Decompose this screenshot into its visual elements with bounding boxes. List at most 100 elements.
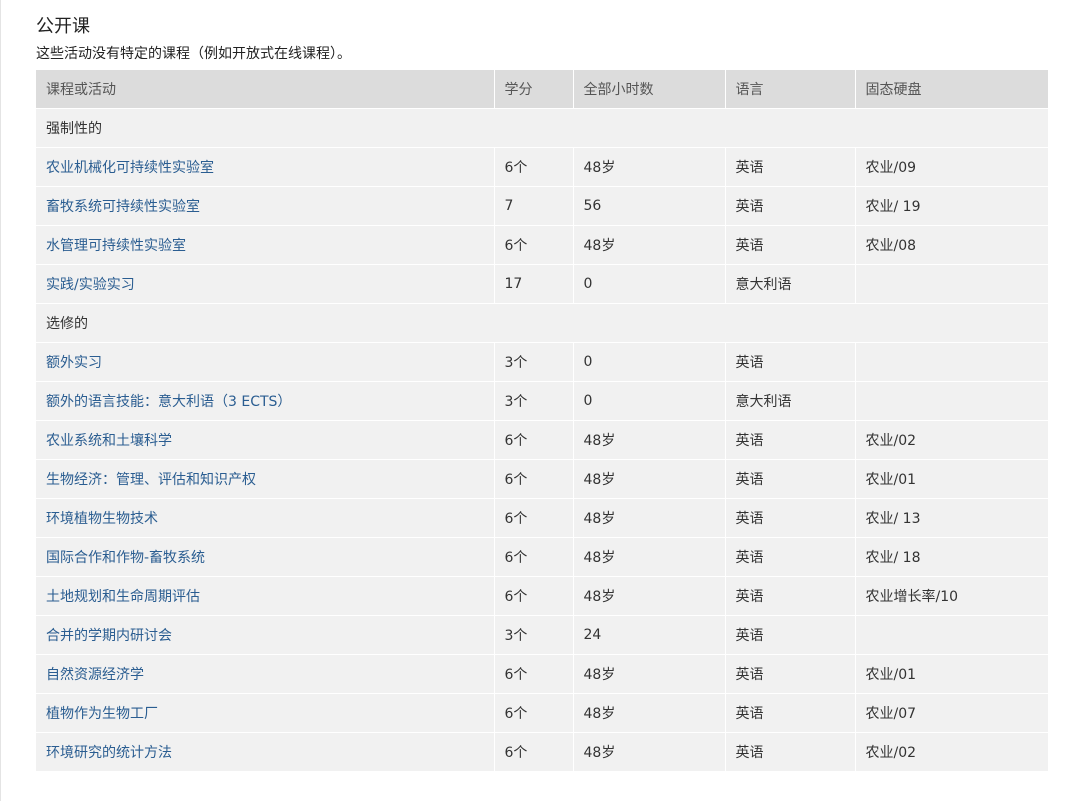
cell-hours: 48岁 [573,225,726,265]
courses-table: 课程或活动 学分 全部小时数 语言 固态硬盘 强制性的 农业机械化可持续性实验室 6… [36,70,1048,772]
course-link[interactable]: 农业系统和土壤科学 [46,433,172,449]
cell-ssd: 农业/08 [855,225,1048,265]
cell-course: 畜牧系统可持续性实验室 [36,186,495,226]
cell-ssd [855,264,1048,304]
cell-ssd: 农业/01 [855,459,1048,499]
cell-language: 英语 [725,537,856,577]
table-row: 生物经济：管理、评估和知识产权 6个 48岁 英语 农业/01 [36,459,1048,499]
cell-course: 农业系统和土壤科学 [36,420,495,460]
cell-language: 意大利语 [725,381,856,421]
table-row: 水管理可持续性实验室 6个 48岁 英语 农业/08 [36,225,1048,265]
course-link[interactable]: 实践/实验实习 [46,277,135,293]
header-ssd: 固态硬盘 [855,70,1048,109]
cell-course: 合并的学期内研讨会 [36,615,495,655]
table-row: 植物作为生物工厂 6个 48岁 英语 农业/07 [36,693,1048,733]
cell-credits: 6个 [494,459,574,499]
course-link[interactable]: 生物经济：管理、评估和知识产权 [46,472,256,488]
cell-language: 英语 [725,732,856,772]
cell-credits: 6个 [494,225,574,265]
cell-hours: 48岁 [573,537,726,577]
group-row: 选修的 [36,303,1048,343]
course-link[interactable]: 自然资源经济学 [46,667,144,683]
cell-language: 英语 [725,576,856,616]
course-link[interactable]: 环境研究的统计方法 [46,745,172,761]
table-row: 农业系统和土壤科学 6个 48岁 英语 农业/02 [36,420,1048,460]
cell-course: 额外的语言技能：意大利语（3 ECTS） [36,381,495,421]
cell-credits: 3个 [494,342,574,382]
table-row: 环境植物生物技术 6个 48岁 英语 农业/ 13 [36,498,1048,538]
table-row: 实践/实验实习 17 0 意大利语 [36,264,1048,304]
table-row: 自然资源经济学 6个 48岁 英语 农业/01 [36,654,1048,694]
table-row: 额外实习 3个 0 英语 [36,342,1048,382]
cell-hours: 56 [573,186,726,226]
section-title: 公开课 [36,16,90,37]
cell-language: 英语 [725,498,856,538]
course-link[interactable]: 土地规划和生命周期评估 [46,589,200,605]
cell-ssd: 农业/01 [855,654,1048,694]
cell-language: 英语 [725,186,856,226]
open-courses-section: 公开课 这些活动没有特定的课程（例如开放式在线课程）。 课程或活动 学分 全部小… [36,14,1048,772]
cell-language: 英语 [725,459,856,499]
table-row: 农业机械化可持续性实验室 6个 48岁 英语 农业/09 [36,147,1048,187]
cell-ssd: 农业/07 [855,693,1048,733]
table-row: 合并的学期内研讨会 3个 24 英语 [36,615,1048,655]
cell-credits: 6个 [494,420,574,460]
cell-ssd: 农业/ 13 [855,498,1048,538]
cell-ssd [855,342,1048,382]
cell-credits: 6个 [494,732,574,772]
cell-credits: 6个 [494,693,574,733]
cell-course: 农业机械化可持续性实验室 [36,147,495,187]
cell-hours: 48岁 [573,420,726,460]
page-left-border [0,0,1,801]
cell-credits: 6个 [494,498,574,538]
header-course: 课程或活动 [36,70,495,109]
cell-credits: 6个 [494,147,574,187]
cell-language: 意大利语 [725,264,856,304]
cell-ssd [855,615,1048,655]
cell-hours: 0 [573,342,726,382]
cell-course: 生物经济：管理、评估和知识产权 [36,459,495,499]
cell-hours: 48岁 [573,654,726,694]
cell-hours: 0 [573,264,726,304]
course-link[interactable]: 畜牧系统可持续性实验室 [46,199,200,215]
course-link[interactable]: 合并的学期内研讨会 [46,628,172,644]
course-link[interactable]: 水管理可持续性实验室 [46,238,186,254]
header-hours: 全部小时数 [573,70,726,109]
cell-ssd [855,381,1048,421]
cell-hours: 48岁 [573,732,726,772]
group-label: 强制性的 [36,108,1048,148]
cell-credits: 6个 [494,537,574,577]
cell-hours: 0 [573,381,726,421]
cell-hours: 48岁 [573,459,726,499]
course-link[interactable]: 植物作为生物工厂 [46,706,158,722]
header-credits: 学分 [494,70,574,109]
cell-hours: 48岁 [573,693,726,733]
table-row: 额外的语言技能：意大利语（3 ECTS） 3个 0 意大利语 [36,381,1048,421]
course-link[interactable]: 额外实习 [46,355,102,371]
cell-course: 植物作为生物工厂 [36,693,495,733]
cell-language: 英语 [725,147,856,187]
cell-hours: 48岁 [573,147,726,187]
table-row: 国际合作和作物-畜牧系统 6个 48岁 英语 农业/ 18 [36,537,1048,577]
cell-credits: 3个 [494,615,574,655]
table-row: 畜牧系统可持续性实验室 7 56 英语 农业/ 19 [36,186,1048,226]
cell-course: 额外实习 [36,342,495,382]
cell-credits: 6个 [494,654,574,694]
course-link[interactable]: 国际合作和作物-畜牧系统 [46,550,205,566]
course-link[interactable]: 环境植物生物技术 [46,511,158,527]
table-body: 强制性的 农业机械化可持续性实验室 6个 48岁 英语 农业/09 畜牧系统可持续性实验室 7… [36,108,1048,772]
cell-language: 英语 [725,225,856,265]
cell-hours: 48岁 [573,498,726,538]
course-link[interactable]: 额外的语言技能：意大利语（3 ECTS） [46,394,291,410]
cell-course: 环境植物生物技术 [36,498,495,538]
cell-hours: 48岁 [573,576,726,616]
group-row: 强制性的 [36,108,1048,148]
cell-hours: 24 [573,615,726,655]
cell-credits: 17 [494,264,574,304]
course-link[interactable]: 农业机械化可持续性实验室 [46,160,214,176]
group-label: 选修的 [36,303,1048,343]
cell-credits: 6个 [494,576,574,616]
cell-course: 环境研究的统计方法 [36,732,495,772]
cell-course: 水管理可持续性实验室 [36,225,495,265]
cell-credits: 7 [494,186,574,226]
